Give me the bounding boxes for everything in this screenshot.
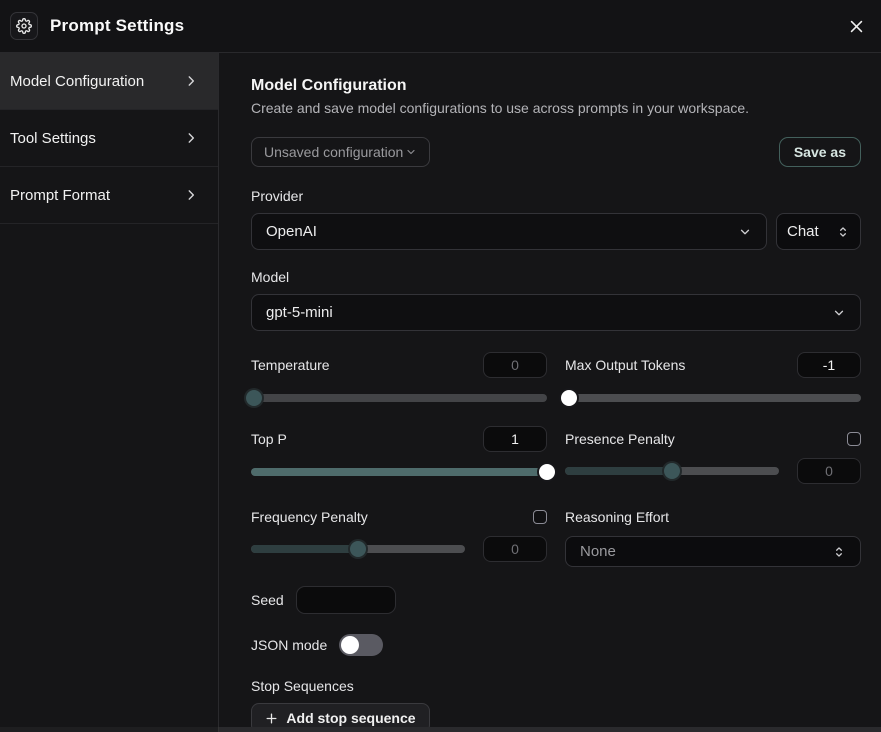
top-p-input[interactable] <box>483 426 547 452</box>
background-page-edge <box>0 727 881 732</box>
provider-value: OpenAI <box>266 223 317 240</box>
prompt-settings-dialog: Prompt Settings Model Configuration Tool… <box>0 0 881 732</box>
gear-icon <box>10 12 38 40</box>
frequency-penalty-input[interactable] <box>483 536 547 562</box>
presence-penalty-checkbox[interactable] <box>847 432 861 446</box>
chevron-down-icon <box>738 225 752 239</box>
presence-penalty-input[interactable] <box>797 458 861 484</box>
frequency-penalty-checkbox[interactable] <box>533 510 547 524</box>
seed-label: Seed <box>251 592 284 608</box>
sidebar-item-model-configuration[interactable]: Model Configuration <box>0 53 218 110</box>
slider-thumb[interactable] <box>246 390 262 406</box>
stop-sequences-label: Stop Sequences <box>251 678 861 694</box>
temperature-input[interactable] <box>483 352 547 378</box>
max-output-tokens-field: Max Output Tokens <box>565 352 861 406</box>
sidebar-item-prompt-format[interactable]: Prompt Format <box>0 167 218 224</box>
sidebar-item-label: Tool Settings <box>10 130 96 147</box>
reasoning-effort-label: Reasoning Effort <box>565 509 669 525</box>
top-p-field: Top P <box>251 426 547 484</box>
presence-penalty-field: Presence Penalty <box>565 426 861 484</box>
model-configuration-panel: Model Configuration Create and save mode… <box>219 53 881 727</box>
sidebar-item-label: Prompt Format <box>10 187 110 204</box>
json-mode-toggle[interactable] <box>339 634 383 656</box>
model-value: gpt-5-mini <box>266 304 333 321</box>
chevron-down-icon <box>832 306 846 320</box>
settings-sidebar: Model Configuration Tool Settings Prompt… <box>0 53 219 727</box>
model-select[interactable]: gpt-5-mini <box>251 294 861 331</box>
top-p-slider[interactable] <box>251 464 547 480</box>
slider-thumb[interactable] <box>664 463 680 479</box>
mode-select[interactable]: Chat <box>776 213 861 250</box>
slider-thumb[interactable] <box>561 390 577 406</box>
reasoning-effort-select[interactable]: None <box>565 536 861 567</box>
reasoning-effort-field: Reasoning Effort None <box>565 504 861 567</box>
sidebar-item-tool-settings[interactable]: Tool Settings <box>0 110 218 167</box>
slider-thumb[interactable] <box>350 541 366 557</box>
provider-label: Provider <box>251 188 861 204</box>
chevron-right-icon <box>184 131 198 145</box>
toggle-knob <box>341 636 359 654</box>
close-icon[interactable] <box>848 18 865 35</box>
chevrons-up-down-icon <box>836 225 850 239</box>
chevrons-up-down-icon <box>832 545 846 559</box>
model-label: Model <box>251 269 861 285</box>
chevron-right-icon <box>184 188 198 202</box>
temperature-label: Temperature <box>251 357 330 373</box>
presence-penalty-label: Presence Penalty <box>565 431 675 447</box>
mode-value: Chat <box>787 223 819 240</box>
presence-penalty-slider[interactable] <box>565 463 779 479</box>
json-mode-label: JSON mode <box>251 637 327 653</box>
save-as-button[interactable]: Save as <box>779 137 861 167</box>
chevron-down-icon <box>405 146 417 158</box>
frequency-penalty-slider[interactable] <box>251 541 465 557</box>
provider-select[interactable]: OpenAI <box>251 213 767 250</box>
max-output-tokens-slider[interactable] <box>565 390 861 406</box>
configuration-dropdown[interactable]: Unsaved configuration <box>251 137 430 167</box>
panel-title: Model Configuration <box>251 77 861 95</box>
frequency-penalty-field: Frequency Penalty <box>251 504 547 567</box>
chevron-right-icon <box>184 74 198 88</box>
dialog-header: Prompt Settings <box>0 0 881 53</box>
add-stop-sequence-label: Add stop sequence <box>286 710 415 726</box>
plus-icon <box>265 712 278 725</box>
configuration-dropdown-value: Unsaved configuration <box>264 144 403 160</box>
max-output-tokens-input[interactable] <box>797 352 861 378</box>
sidebar-item-label: Model Configuration <box>10 73 144 90</box>
reasoning-effort-value: None <box>580 543 616 560</box>
seed-input[interactable] <box>296 586 396 614</box>
dialog-title: Prompt Settings <box>50 16 184 36</box>
frequency-penalty-label: Frequency Penalty <box>251 509 368 525</box>
top-p-label: Top P <box>251 431 287 447</box>
max-output-tokens-label: Max Output Tokens <box>565 357 685 373</box>
temperature-field: Temperature <box>251 352 547 406</box>
slider-thumb[interactable] <box>539 464 555 480</box>
panel-description: Create and save model configurations to … <box>251 100 861 116</box>
temperature-slider[interactable] <box>251 390 547 406</box>
